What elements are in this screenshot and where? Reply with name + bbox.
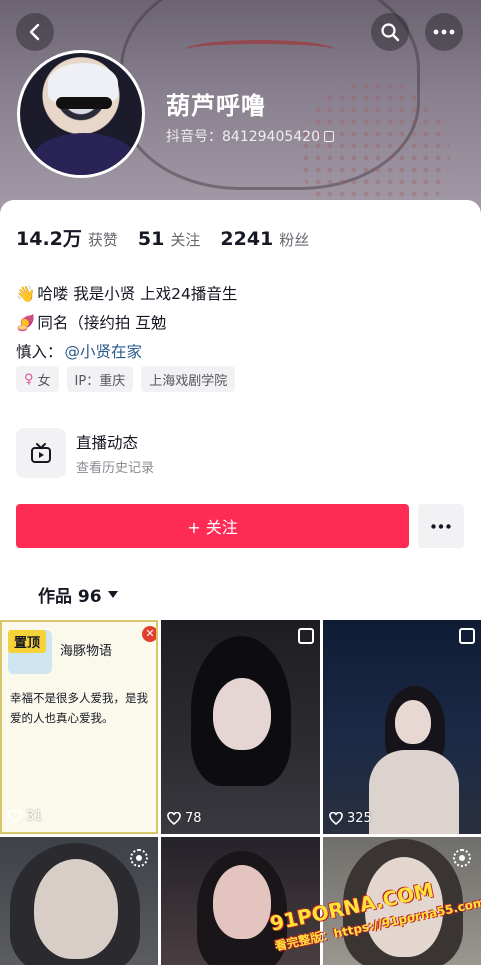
stat-following[interactable]: 51 关注 [138,228,200,250]
search-icon [381,23,400,42]
live-entry-text: 直播动态 查看历史记录 [76,431,154,476]
tag-ip: IP：重庆 [66,366,134,392]
douyin-id[interactable]: 抖音号：84129405420 [166,126,334,146]
like-count: 78 [167,811,202,826]
profile-cover: 葫芦呼噜 抖音号：84129405420 [0,0,481,215]
more-options-button[interactable] [425,13,463,51]
avatar-illustration [30,133,138,175]
chevron-left-icon [29,23,40,41]
like-count: 325 [329,811,372,826]
photo-subject [369,750,459,834]
multi-image-icon [459,628,475,644]
cover-doodle [300,80,450,215]
stat-label: 粉丝 [279,231,310,249]
bio-text: 同名（接约拍 互勉 [37,314,167,332]
live-photo-icon [130,849,148,867]
stat-value: 14.2万 [16,228,82,250]
video-thumbnail[interactable]: 置顶 海豚物语 ✕ 幸福不是很多人爱我，是我爱的人也真心爱我。 31 [0,620,158,834]
heart-icon [329,812,343,825]
photo-subject [213,865,271,939]
profile-card: 14.2万 获赞 51 关注 2241 粉丝 👋 哈喽 我是小贤 上戏24播音生… [0,200,481,620]
more-dots-icon [433,29,455,35]
stat-followers[interactable]: 2241 粉丝 [220,228,309,250]
like-count-value: 325 [347,811,372,826]
bio-text: 哈喽 我是小贤 上戏24播音生 [37,285,238,303]
bio-line: 👋 哈喽 我是小贤 上戏24播音生 [16,280,237,309]
video-thumbnail[interactable]: 325 [323,620,481,834]
stat-label: 关注 [170,231,201,249]
video-thumbnail[interactable] [0,837,158,965]
bio-text: 慎入： [16,343,63,361]
multi-image-icon [298,628,314,644]
cover-doodle [185,40,335,60]
tag-text: 女 [37,373,51,389]
stat-value: 51 [137,228,165,250]
bio: 👋 哈喽 我是小贤 上戏24播音生 🍠 同名（接约拍 互勉 慎入： @小贤在家 [16,280,237,367]
pinned-badge: 置顶 [8,630,47,653]
tag-gender: ♀ 女 [16,366,59,392]
waving-hand-icon: 👋 [16,285,36,303]
caret-down-icon [107,591,118,598]
stat-label: 获赞 [87,231,118,249]
photo-subject [34,859,118,959]
stat-value: 2241 [220,228,274,250]
sweet-potato-icon: 🍠 [16,314,36,332]
live-entry-title: 直播动态 [76,433,139,452]
douyin-id-text: 抖音号：84129405420 [166,129,320,145]
thumbnail-quote: 幸福不是很多人爱我，是我爱的人也真心爱我。 [10,691,148,725]
avatar[interactable] [17,50,145,178]
avatar-illustration [56,97,112,109]
heart-icon [167,812,181,825]
tag-school[interactable]: 上海戏剧学院 [141,366,236,392]
like-count-value: 31 [26,809,43,824]
mention-link[interactable]: @小贤在家 [65,338,143,367]
copy-icon[interactable] [323,130,334,142]
search-button[interactable] [371,13,409,51]
heart-icon [8,810,22,823]
female-icon: ♀ [24,371,34,387]
nickname: 葫芦呼噜 [166,92,266,120]
more-dots-icon [431,523,451,529]
photo-subject [213,678,271,750]
tab-works[interactable]: 作品 96 [38,582,118,607]
close-icon: ✕ [142,626,156,642]
more-actions-button[interactable] [418,504,464,548]
tag-text: 上海戏剧学院 [149,373,228,389]
stat-likes[interactable]: 14.2万 获赞 [16,224,118,251]
live-tv-icon [16,428,66,478]
stats-row: 14.2万 获赞 51 关注 2241 粉丝 [16,224,329,251]
bio-line: 慎入： @小贤在家 [16,338,237,367]
like-count: 31 [8,809,43,824]
follow-button[interactable]: + 关注 [16,504,409,548]
thumbnail-title: 海豚物语 [60,644,113,659]
live-photo-icon [453,849,471,867]
live-entry-subtitle: 查看历史记录 [76,460,155,476]
tab-works-label: 作品 96 [38,587,102,607]
live-history-entry[interactable]: 直播动态 查看历史记录 [16,428,154,478]
video-thumbnail[interactable]: 78 [161,620,320,834]
profile-tags: ♀ 女 IP：重庆 上海戏剧学院 [16,366,236,392]
bio-line: 🍠 同名（接约拍 互勉 [16,309,237,338]
back-button[interactable] [16,13,54,51]
photo-subject [395,700,431,744]
tag-text: IP：重庆 [74,373,126,389]
like-count-value: 78 [185,811,202,826]
